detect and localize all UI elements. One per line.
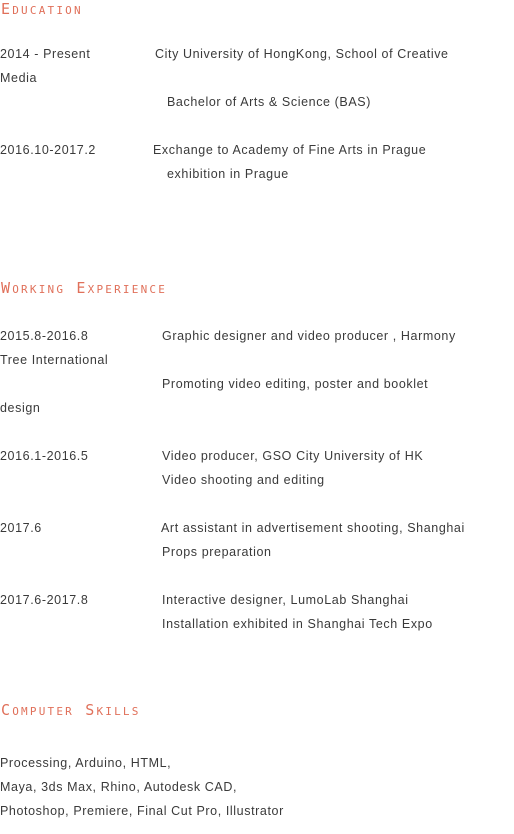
work-role-wrap: Tree International [0, 353, 109, 367]
work-role: Interactive designer, LumoLab Shanghai [162, 593, 409, 607]
work-role: Art assistant in advertisement shooting,… [161, 521, 465, 535]
education-institution-wrap: Media [0, 71, 38, 85]
education-degree: Bachelor of Arts & Science (BAS) [167, 95, 372, 109]
education-date: 2016.10-2017.2 [0, 143, 96, 157]
education-exchange-detail: exhibition in Prague [167, 167, 289, 181]
education-exchange: Exchange to Academy of Fine Arts in Prag… [153, 143, 427, 157]
skills-heading: Computer Skills [1, 701, 141, 719]
skills-line: Photoshop, Premiere, Final Cut Pro, Illu… [0, 804, 284, 818]
work-detail: Promoting video editing, poster and book… [162, 377, 429, 391]
work-date: 2015.8-2016.8 [0, 329, 89, 343]
work-date: 2017.6 [0, 521, 42, 535]
work-role: Video producer, GSO City University of H… [162, 449, 424, 463]
education-date: 2014 - Present [0, 47, 91, 61]
skills-line: Maya, 3ds Max, Rhino, Autodesk CAD, [0, 780, 238, 794]
work-role: Graphic designer and video producer , Ha… [162, 329, 456, 343]
education-heading: Education [1, 0, 83, 18]
work-detail: Video shooting and editing [162, 473, 325, 487]
work-date: 2016.1-2016.5 [0, 449, 89, 463]
work-detail-wrap: design [0, 401, 41, 415]
work-detail: Installation exhibited in Shanghai Tech … [162, 617, 433, 631]
education-institution: City University of HongKong, School of C… [155, 47, 449, 61]
work-date: 2017.6-2017.8 [0, 593, 89, 607]
skills-line: Processing, Arduino, HTML, [0, 756, 172, 770]
work-detail: Props preparation [162, 545, 272, 559]
work-heading: Working Experience [1, 279, 168, 297]
